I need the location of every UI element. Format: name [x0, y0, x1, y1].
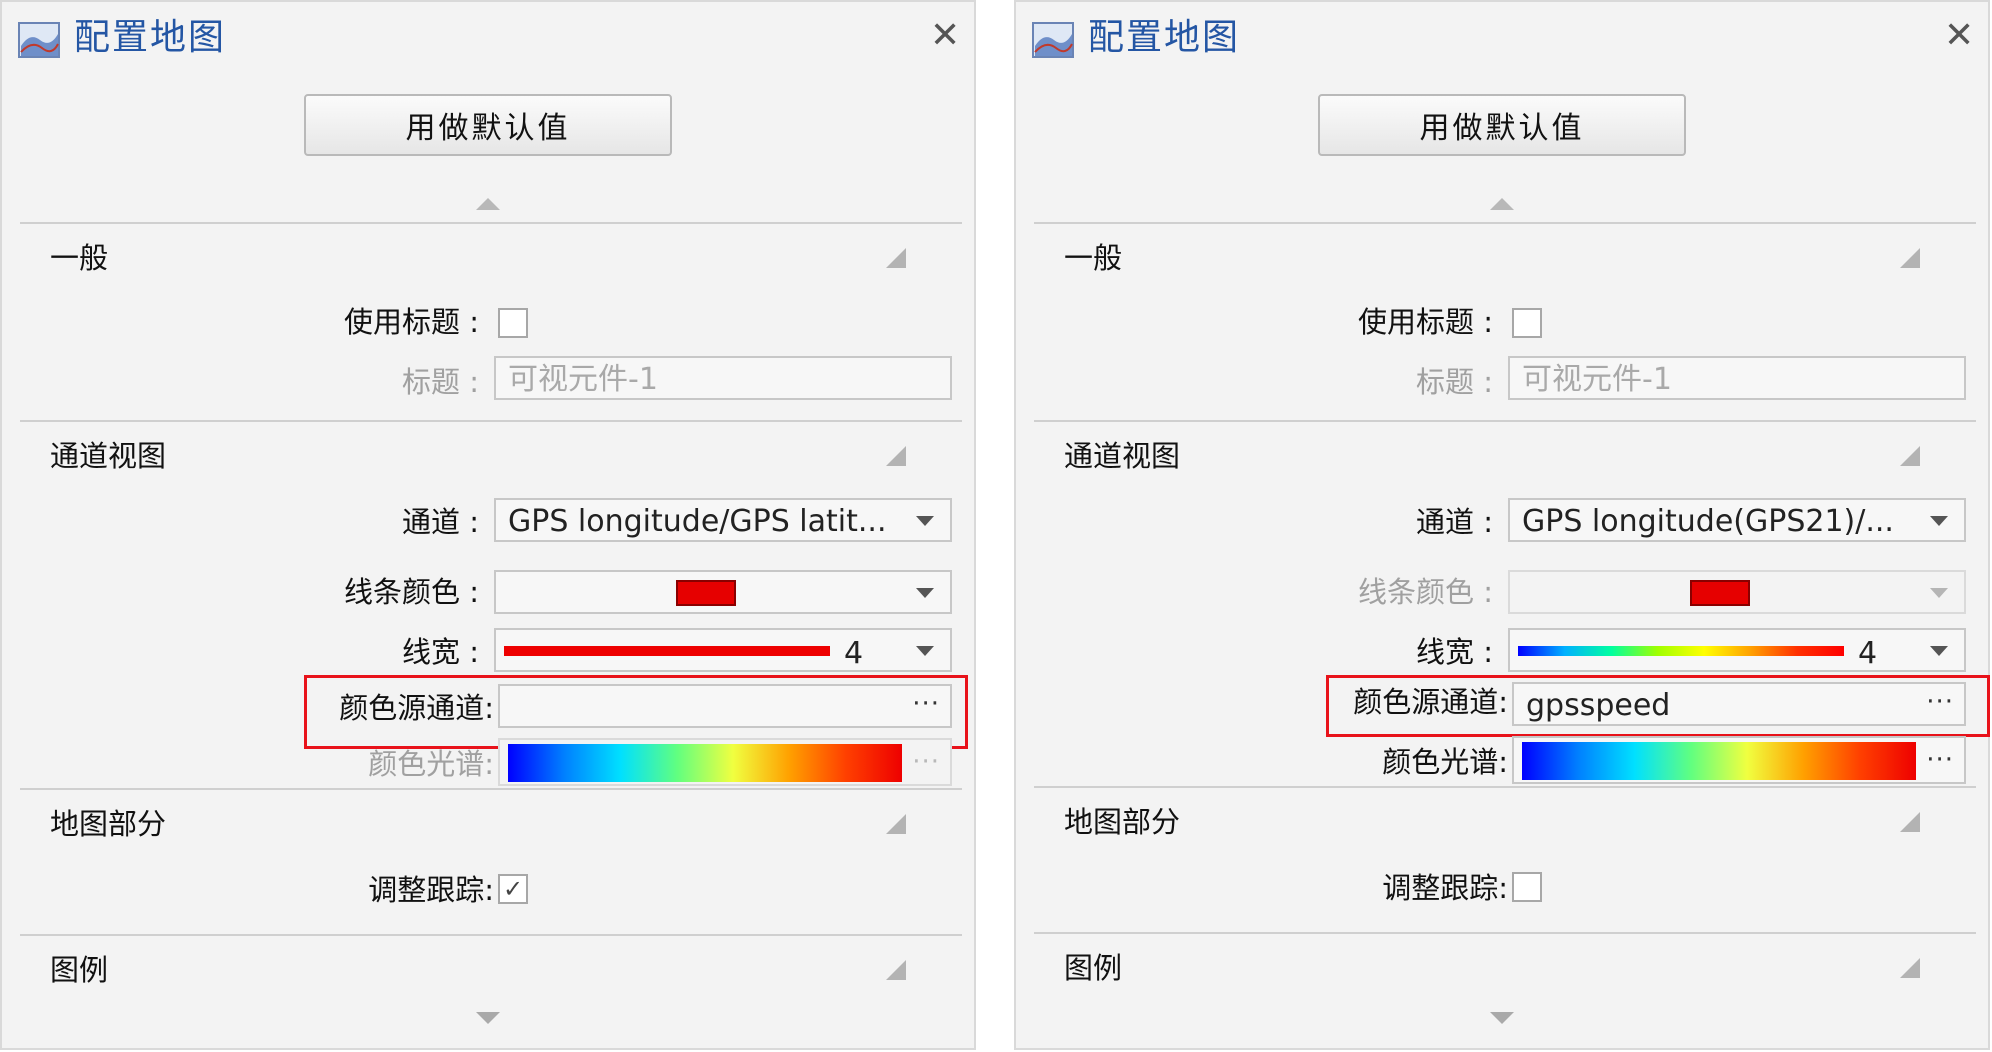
section-general-header[interactable]: 一般 — [50, 240, 108, 276]
color-source-input[interactable]: gpsspeed ··· — [1512, 682, 1966, 726]
chevron-down-icon[interactable] — [1930, 516, 1948, 526]
section-map-part-header[interactable]: 地图部分 — [50, 806, 166, 842]
divider — [20, 222, 962, 224]
line-color-swatch — [676, 580, 736, 606]
collapse-up-icon[interactable] — [1490, 198, 1514, 210]
chevron-down-icon[interactable] — [916, 646, 934, 656]
color-source-label: 颜色源通道: — [1353, 685, 1508, 719]
divider — [1034, 222, 1976, 224]
line-width-label: 线宽 : — [402, 635, 479, 669]
panel-title: 配置地图 — [74, 17, 227, 58]
spectrum-gradient — [508, 744, 902, 782]
spectrum-picker[interactable]: ··· — [498, 738, 952, 786]
divider — [20, 420, 962, 422]
line-color-label: 线条颜色 : — [1358, 575, 1493, 609]
spectrum-label: 颜色光谱: — [1382, 745, 1508, 779]
adjust-tracking-label: 调整跟踪: — [1382, 871, 1508, 905]
color-source-value: gpsspeed — [1526, 688, 1671, 723]
chevron-down-icon[interactable] — [1930, 646, 1948, 656]
divider — [1034, 420, 1976, 422]
use-title-checkbox[interactable] — [498, 308, 528, 338]
channel-label: 通道 : — [1416, 505, 1493, 539]
adjust-tracking-checkbox[interactable]: ✓ — [498, 874, 528, 904]
adjust-tracking-checkbox[interactable] — [1512, 872, 1542, 902]
use-as-default-button[interactable]: 用做默认值 — [304, 94, 672, 156]
channel-label: 通道 : — [402, 505, 479, 539]
channel-dropdown[interactable]: GPS longitude(GPS21)/... — [1508, 498, 1966, 542]
section-collapse-icon[interactable] — [886, 446, 906, 466]
more-options-icon[interactable]: ··· — [912, 686, 940, 722]
line-width-value: 4 — [1858, 636, 1878, 671]
section-channel-view-header[interactable]: 通道视图 — [1064, 438, 1180, 474]
map-app-icon — [18, 22, 60, 58]
section-collapse-icon[interactable] — [1900, 812, 1920, 832]
line-color-label: 线条颜色 : — [344, 575, 479, 609]
chevron-down-icon — [1930, 588, 1948, 598]
section-legend-header[interactable]: 图例 — [50, 952, 108, 988]
line-width-preview — [504, 646, 830, 656]
channel-value: GPS longitude(GPS21)/... — [1522, 504, 1894, 539]
channel-value: GPS longitude/GPS latit... — [508, 504, 887, 539]
use-title-label: 使用标题 : — [1358, 305, 1493, 339]
section-general-header[interactable]: 一般 — [1064, 240, 1122, 276]
line-color-swatch — [1690, 580, 1750, 606]
title-input-placeholder: 可视元件-1 — [1522, 362, 1672, 397]
section-collapse-icon[interactable] — [886, 248, 906, 268]
chevron-down-icon[interactable] — [916, 588, 934, 598]
section-collapse-icon[interactable] — [886, 960, 906, 980]
expand-down-icon[interactable] — [476, 1012, 500, 1024]
collapse-up-icon[interactable] — [476, 198, 500, 210]
section-collapse-icon[interactable] — [1900, 958, 1920, 978]
divider — [1034, 932, 1976, 934]
more-options-icon[interactable]: ··· — [1926, 684, 1954, 720]
section-map-part-header[interactable]: 地图部分 — [1064, 804, 1180, 840]
line-width-dropdown[interactable]: 4 — [1508, 628, 1966, 672]
line-color-dropdown[interactable] — [494, 570, 952, 614]
line-color-dropdown — [1508, 570, 1966, 614]
section-collapse-icon[interactable] — [1900, 446, 1920, 466]
chevron-down-icon[interactable] — [916, 516, 934, 526]
divider — [1034, 786, 1976, 788]
title-label: 标题 : — [402, 365, 479, 399]
more-options-icon[interactable]: ··· — [912, 744, 940, 780]
line-width-preview — [1518, 646, 1844, 656]
title-input[interactable]: 可视元件-1 — [1508, 356, 1966, 400]
section-collapse-icon[interactable] — [1900, 248, 1920, 268]
adjust-tracking-label: 调整跟踪: — [368, 873, 494, 907]
close-icon[interactable]: ✕ — [930, 16, 960, 56]
divider — [20, 788, 962, 790]
close-icon[interactable]: ✕ — [1944, 16, 1974, 56]
title-label: 标题 : — [1416, 365, 1493, 399]
title-input[interactable]: 可视元件-1 — [494, 356, 952, 400]
use-title-checkbox[interactable] — [1512, 308, 1542, 338]
line-width-dropdown[interactable]: 4 — [494, 628, 952, 672]
config-map-panel-left: 配置地图 ✕ 用做默认值 一般 使用标题 : 标题 : 可视元件-1 通道视图 … — [0, 0, 976, 1050]
divider — [20, 934, 962, 936]
section-channel-view-header[interactable]: 通道视图 — [50, 438, 166, 474]
section-collapse-icon[interactable] — [886, 814, 906, 834]
color-source-input[interactable]: ··· — [498, 684, 952, 728]
section-legend-header[interactable]: 图例 — [1064, 950, 1122, 986]
color-source-label: 颜色源通道: — [339, 691, 494, 725]
title-input-placeholder: 可视元件-1 — [508, 362, 658, 397]
channel-dropdown[interactable]: GPS longitude/GPS latit... — [494, 498, 952, 542]
spectrum-label: 颜色光谱: — [368, 747, 494, 781]
spectrum-gradient — [1522, 742, 1916, 780]
use-as-default-button[interactable]: 用做默认值 — [1318, 94, 1686, 156]
spectrum-picker[interactable]: ··· — [1512, 736, 1966, 784]
expand-down-icon[interactable] — [1490, 1012, 1514, 1024]
config-map-panel-right: 配置地图 ✕ 用做默认值 一般 使用标题 : 标题 : 可视元件-1 通道视图 … — [1014, 0, 1990, 1050]
panel-title: 配置地图 — [1088, 17, 1241, 58]
line-width-value: 4 — [844, 636, 864, 671]
map-app-icon — [1032, 22, 1074, 58]
line-width-label: 线宽 : — [1416, 635, 1493, 669]
use-title-label: 使用标题 : — [344, 305, 479, 339]
more-options-icon[interactable]: ··· — [1926, 742, 1954, 778]
